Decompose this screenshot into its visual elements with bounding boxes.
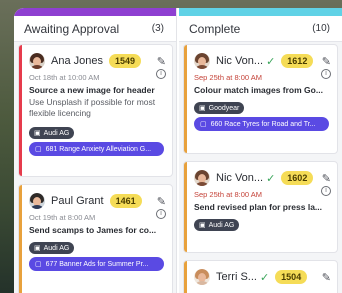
avatar	[194, 269, 210, 285]
task-card[interactable]: Ana Jones 1549 ✎ i Oct 18th at 10:00 AM …	[18, 44, 173, 177]
column-title: Awaiting Approval	[24, 21, 120, 36]
column-color-bar	[179, 8, 342, 16]
due-date: Sep 25th at 8:00 AM	[194, 190, 262, 199]
assignee-name: Nic Von...	[216, 172, 264, 184]
pencil-icon[interactable]: ✎	[322, 172, 331, 185]
building-icon: ▣	[34, 130, 41, 137]
task-card[interactable]: Nic Von... ✓ 1612 ✎ i Sep 25th at 8:00 A…	[183, 44, 338, 154]
column-count: (3)	[151, 23, 164, 34]
points-badge: 1504	[275, 270, 308, 284]
building-icon: ▣	[199, 222, 206, 229]
due-date: Oct 19th at 8:00 AM	[29, 213, 96, 222]
info-icon[interactable]: i	[321, 186, 331, 196]
building-icon: ▣	[34, 245, 41, 252]
assignee-name: Paul Grant	[51, 195, 104, 207]
client-tag[interactable]: ▣ Audi AG	[194, 219, 240, 231]
avatar	[29, 193, 45, 209]
points-badge: 1549	[108, 54, 142, 68]
column-title: Complete	[189, 21, 241, 36]
due-date: Sep 25th at 8:00 AM	[194, 73, 262, 82]
project-name: 681 Range Anxiety Alleviation G...	[45, 145, 152, 153]
points-badge: 1612	[281, 54, 314, 68]
client-tag[interactable]: ▣ Audi AG	[29, 127, 75, 139]
task-title: Send scamps to James for co...	[29, 225, 157, 235]
pencil-icon[interactable]: ✎	[322, 55, 331, 68]
check-icon: ✓	[266, 172, 276, 185]
client-tag[interactable]: ▣ Goodyear	[194, 102, 245, 114]
client-name: Audi AG	[43, 129, 70, 137]
points-badge: 1602	[281, 171, 314, 185]
column-complete: Complete (10) Nic Von... ✓ 1612 ✎ i Sep …	[179, 8, 342, 293]
task-title: Colour match images from Go...	[194, 85, 323, 95]
avatar	[194, 170, 210, 186]
kanban-board: Awaiting Approval (3) Ana Jones 1549 ✎ i…	[14, 8, 342, 293]
info-icon[interactable]: i	[156, 209, 166, 219]
folder-icon: ▢	[35, 261, 42, 268]
column-awaiting-approval: Awaiting Approval (3) Ana Jones 1549 ✎ i…	[14, 8, 177, 293]
info-icon[interactable]: i	[321, 69, 331, 79]
task-card[interactable]: Terri S... ✓ 1504 ✎	[183, 260, 338, 293]
due-date: Oct 18th at 10:00 AM	[29, 73, 100, 82]
column-header[interactable]: Awaiting Approval (3)	[14, 16, 176, 42]
project-tag[interactable]: ▢ 677 Banner Ads for Summer Pr...	[29, 257, 164, 271]
project-tag[interactable]: ▢ 681 Range Anxiety Alleviation G...	[29, 142, 164, 156]
assignee-name: Terri S...	[216, 271, 257, 283]
column-count: (10)	[312, 23, 330, 34]
assignee-name: Ana Jones	[51, 55, 103, 67]
avatar	[29, 53, 45, 69]
card-accent	[184, 261, 187, 293]
client-name: Audi AG	[208, 221, 235, 229]
task-description: Use Unsplash if possible for most flexib…	[29, 97, 156, 118]
check-icon: ✓	[266, 55, 276, 68]
info-icon[interactable]: i	[156, 69, 166, 79]
project-tag[interactable]: ▢ 660 Race Tyres for Road and Tr...	[194, 117, 329, 131]
pencil-icon[interactable]: ✎	[322, 271, 331, 284]
client-name: Audi AG	[43, 244, 70, 252]
avatar	[194, 53, 210, 69]
pencil-icon[interactable]: ✎	[157, 195, 166, 208]
task-title: Source a new image for header	[29, 85, 155, 95]
column-header[interactable]: Complete (10)	[179, 16, 342, 42]
task-card[interactable]: Nic Von... ✓ 1602 ✎ i Sep 25th at 8:00 A…	[183, 161, 338, 253]
points-badge: 1461	[109, 194, 142, 208]
column-color-bar	[14, 8, 176, 16]
check-icon: ✓	[259, 271, 270, 284]
client-name: Goodyear	[208, 104, 240, 112]
task-card[interactable]: Paul Grant 1461 ✎ i Oct 19th at 8:00 AM …	[18, 184, 173, 293]
client-tag[interactable]: ▣ Audi AG	[29, 242, 75, 254]
assignee-name: Nic Von...	[216, 55, 264, 67]
project-name: 677 Banner Ads for Summer Pr...	[45, 260, 149, 268]
task-title: Send revised plan for press la...	[194, 202, 323, 212]
folder-icon: ▢	[35, 146, 42, 153]
project-name: 660 Race Tyres for Road and Tr...	[210, 120, 316, 128]
folder-icon: ▢	[200, 121, 207, 128]
building-icon: ▣	[199, 105, 206, 112]
pencil-icon[interactable]: ✎	[157, 55, 166, 68]
